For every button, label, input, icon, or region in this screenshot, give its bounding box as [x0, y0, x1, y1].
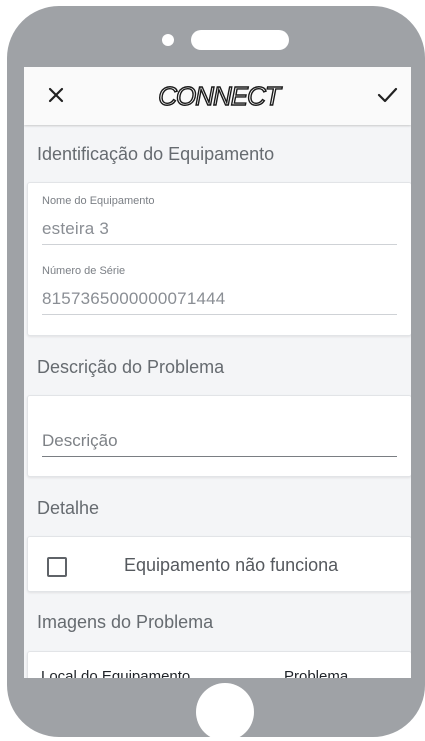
- speaker-slot: [191, 30, 289, 50]
- equipment-not-working-checkbox[interactable]: [47, 557, 67, 577]
- description-input[interactable]: Descrição: [42, 431, 118, 451]
- serial-number-input[interactable]: 8157365000000071444: [42, 289, 225, 309]
- column-problem: Problema: [284, 668, 349, 678]
- equipment-not-working-label[interactable]: Equipamento não funciona: [124, 555, 338, 576]
- check-icon[interactable]: [376, 85, 398, 105]
- serial-number-underline: [42, 314, 397, 315]
- connect-logo: CONNECT: [158, 80, 284, 111]
- equipment-name-label: Nome do Equipamento: [42, 195, 155, 207]
- section-title-detail: Detalhe: [37, 498, 100, 518]
- equipment-name-input[interactable]: esteira 3: [42, 219, 109, 239]
- description-underline: [42, 456, 397, 457]
- serial-number-label: Número de Série: [42, 265, 126, 277]
- equipment-name-underline: [42, 244, 397, 245]
- description-card: Descrição: [27, 395, 411, 477]
- home-button[interactable]: [196, 683, 254, 741]
- section-title-images: Imagens do Problema: [37, 612, 214, 632]
- app-bar: CONNECT: [24, 67, 411, 125]
- close-icon[interactable]: [46, 85, 66, 105]
- images-card: Local do Equipamento Problema: [27, 651, 411, 678]
- app-screen: CONNECT Identificação do Equipamento Nom…: [24, 67, 411, 678]
- column-location: Local do Equipamento: [41, 668, 191, 678]
- section-title-identification: Identificação do Equipamento: [37, 144, 275, 164]
- section-title-problem-description: Descrição do Problema: [37, 357, 225, 377]
- camera-dot: [162, 34, 174, 46]
- logo-text: CONNECT: [158, 81, 283, 111]
- detail-card: Equipamento não funciona: [27, 536, 411, 592]
- equipment-card: Nome do Equipamento esteira 3 Número de …: [27, 182, 411, 336]
